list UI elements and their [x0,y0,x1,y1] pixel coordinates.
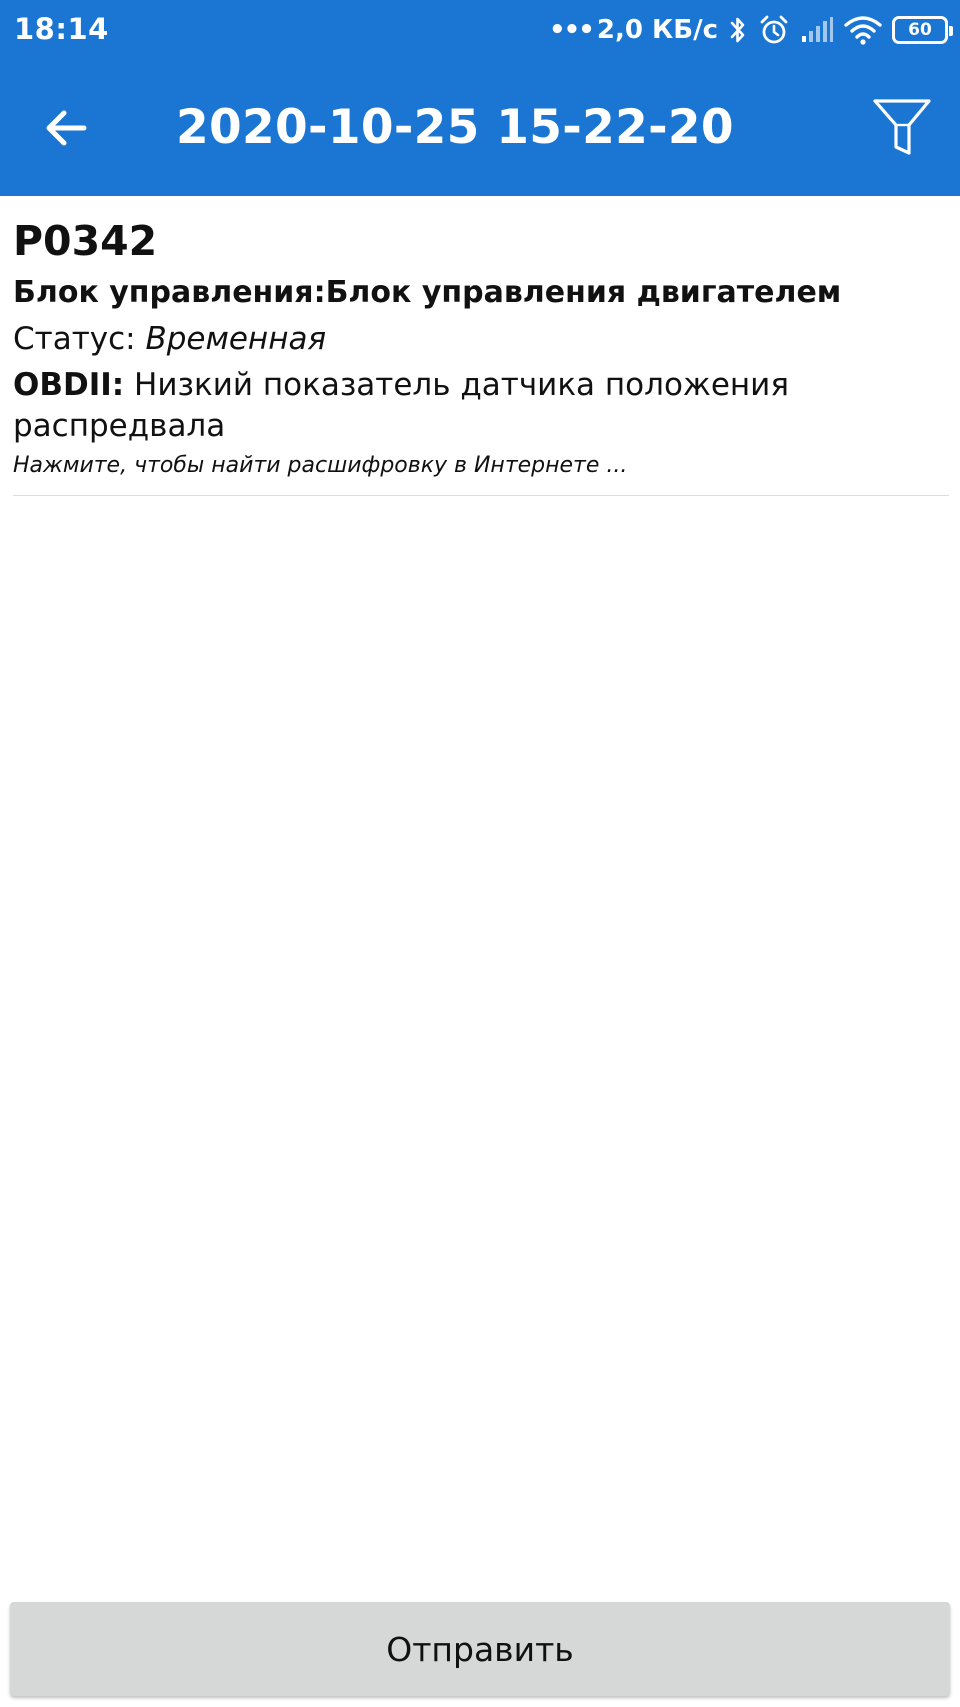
toolbar: 2020-10-25 15-22-20 [0,60,960,196]
dtc-description: OBDII: Низкий показатель датчика положен… [13,365,913,447]
signal-icon [800,16,834,44]
alarm-icon [758,14,790,46]
arrow-left-icon [46,110,87,146]
back-button[interactable] [28,90,104,166]
page-title: 2020-10-25 15-22-20 [176,100,734,155]
dtc-status: Статус: Временная [13,319,949,359]
bluetooth-icon [728,14,748,46]
wifi-icon [844,15,882,45]
dtc-status-value: Временная [145,321,327,357]
filter-button[interactable] [862,88,942,168]
dtc-code: P0342 [13,217,158,265]
dtc-status-label: Статус: [13,321,136,357]
app-bar: 18:14 ••• 2,0 КБ/с 60 2020-10-25 15-22-2… [0,0,960,196]
dtc-list: P0342 Блок управления:Блок управления дв… [0,196,960,496]
status-indicators: ••• 2,0 КБ/с 60 [549,10,953,50]
send-button[interactable]: Отправить [10,1602,950,1696]
notification-dots: ••• [549,15,595,45]
network-speed: 2,0 КБ/с [596,15,718,45]
dtc-desc-text: Низкий показатель датчика положения расп… [13,367,789,444]
battery-level: 60 [908,20,932,40]
battery-icon: 60 [892,16,953,44]
dtc-search-hint[interactable]: Нажмите, чтобы найти расшифровку в Интер… [13,451,949,481]
status-time: 18:14 [14,12,109,46]
dtc-module: Блок управления:Блок управления двигател… [13,275,842,310]
status-bar: 18:14 ••• 2,0 КБ/с 60 [0,0,960,60]
dtc-desc-prefix: OBDII: [13,367,125,403]
dtc-list-item[interactable]: P0342 Блок управления:Блок управления дв… [13,196,949,496]
filter-icon [873,99,931,155]
